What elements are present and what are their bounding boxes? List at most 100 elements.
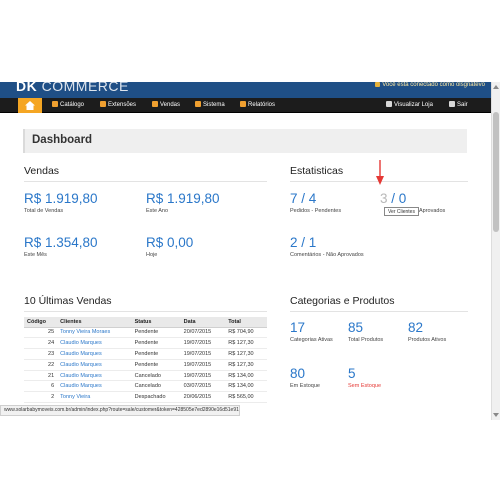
- column-header: Total: [225, 317, 267, 328]
- active-categories-label: Categorias Ativas: [290, 337, 333, 343]
- menu-item-extensoes[interactable]: Extensões: [100, 98, 136, 113]
- column-header: Status: [131, 317, 181, 328]
- active-products-label: Produtos Ativos: [408, 337, 447, 343]
- cell-date: 03/07/2015: [180, 380, 226, 393]
- cell-date: 20/07/2015: [180, 327, 226, 339]
- cell-total: R$ 127,30: [225, 348, 267, 360]
- lock-icon: [375, 82, 381, 87]
- categories-divider: [290, 311, 468, 312]
- today-sales-value[interactable]: R$ 0,00: [146, 235, 193, 250]
- cell-total: R$ 134,00: [225, 380, 267, 393]
- cell-date: 19/07/2015: [180, 359, 226, 371]
- browser-viewport: DK COMMERCE Você está conectado como ols…: [0, 0, 500, 500]
- vendas-divider: [24, 181, 267, 182]
- cell-status: Cancelado: [131, 380, 181, 393]
- table-row: 23 Claudio Marques Pendente 19/07/2015 R…: [24, 348, 267, 360]
- home-button[interactable]: [18, 98, 42, 113]
- cell-customer-link[interactable]: Claudio Marques: [57, 380, 132, 393]
- comments-value[interactable]: 2 / 1: [290, 235, 316, 250]
- logout-icon: [449, 101, 455, 107]
- external-link-icon: [386, 101, 392, 107]
- cell-total: R$ 127,30: [225, 337, 267, 350]
- chart-icon: [240, 101, 246, 107]
- total-sales-value[interactable]: R$ 1.919,80: [24, 191, 98, 206]
- customers-approved-value[interactable]: 3 / 0: [380, 191, 406, 206]
- gears-icon: [195, 101, 201, 107]
- vendas-title: Vendas: [24, 165, 60, 177]
- cell-total: R$ 704,90: [225, 327, 267, 339]
- menu-item-label: Relatórios: [248, 102, 276, 108]
- cell-total: R$ 565,00: [225, 391, 267, 404]
- cell-date: 19/07/2015: [180, 348, 226, 360]
- red-arrow-icon: [376, 160, 384, 185]
- menu-item-label: Vendas: [160, 102, 181, 108]
- comments-label: Comentários - Não Aprovados: [290, 252, 364, 258]
- scroll-down-icon[interactable]: [493, 413, 499, 417]
- logged-in-notice: Você está conectado como olsgnatevo: [375, 82, 485, 88]
- cell-date: 19/07/2015: [180, 370, 226, 382]
- table-header-row: Código Clientes Status Data Total: [24, 317, 267, 328]
- last-sales-table: Código Clientes Status Data Total 25 Ton…: [24, 317, 267, 404]
- total-products-value[interactable]: 85: [348, 320, 363, 335]
- cell-customer-link[interactable]: Claudio Marques: [57, 337, 132, 350]
- cell-total: R$ 134,00: [225, 370, 267, 382]
- active-categories-value[interactable]: 17: [290, 320, 305, 335]
- menu-item-label: Catálogo: [60, 102, 85, 108]
- cell-code: 24: [24, 337, 58, 350]
- last-sales-divider: [24, 311, 267, 312]
- cell-status: Cancelado: [131, 370, 181, 382]
- tag-icon: [52, 101, 58, 107]
- column-header: Código: [24, 317, 58, 328]
- menu-item-label: Sistema: [203, 102, 225, 108]
- cell-customer-link[interactable]: Claudio Marques: [57, 370, 132, 382]
- scroll-thumb[interactable]: [493, 112, 499, 232]
- brand-logo[interactable]: DK COMMERCE: [16, 82, 129, 94]
- out-of-stock-value[interactable]: 5: [348, 366, 356, 381]
- year-sales-value[interactable]: R$ 1.919,80: [146, 191, 220, 206]
- out-of-stock-label: Sem Estoque: [348, 383, 382, 389]
- cell-status: Pendente: [131, 327, 181, 339]
- cell-status: Despachado: [131, 391, 181, 404]
- customers-approved-label: Aprovados: [419, 208, 446, 214]
- cell-code: 21: [24, 370, 58, 382]
- tooltip: Ver Clientes: [384, 207, 419, 216]
- cell-status: Pendente: [131, 359, 181, 371]
- active-products-value[interactable]: 82: [408, 320, 423, 335]
- total-products-label: Total Produtos: [348, 337, 384, 343]
- table-row: 6 Claudio Marques Cancelado 03/07/2015 R…: [24, 380, 267, 393]
- page-scrollbar[interactable]: [491, 82, 500, 420]
- home-icon: [25, 101, 35, 110]
- in-stock-value[interactable]: 80: [290, 366, 305, 381]
- menu-item-sistema[interactable]: Sistema: [195, 98, 225, 113]
- cell-date: 19/07/2015: [180, 337, 226, 350]
- orders-pending-label: Pedidos - Pendentes: [290, 208, 342, 214]
- table-row: 25 Tonny Vieira Moraes Pendente 20/07/20…: [24, 327, 267, 339]
- cell-customer-link[interactable]: Tonny Vieira: [57, 391, 132, 404]
- menu-item-relatorios[interactable]: Relatórios: [240, 98, 275, 113]
- dashboard-header: Dashboard: [23, 129, 467, 153]
- scroll-up-icon[interactable]: [493, 85, 499, 89]
- brand-suffix: COMMERCE: [41, 82, 129, 94]
- cell-code: 2: [24, 391, 58, 404]
- cell-date: 20/06/2015: [180, 391, 226, 404]
- month-sales-value[interactable]: R$ 1.354,80: [24, 235, 98, 250]
- cell-customer-link[interactable]: Tonny Vieira Moraes: [57, 327, 132, 339]
- cell-code: 22: [24, 359, 58, 371]
- cell-customer-link[interactable]: Claudio Marques: [57, 348, 132, 360]
- cell-status: Pendente: [131, 337, 181, 350]
- cell-status: Pendente: [131, 348, 181, 360]
- cell-customer-link[interactable]: Claudio Marques: [57, 359, 132, 371]
- logout-link[interactable]: Sair: [449, 98, 468, 113]
- customers-approved-rest: / 0: [387, 191, 407, 206]
- table-row: 22 Claudio Marques Pendente 19/07/2015 R…: [24, 359, 267, 371]
- menu-item-catalogo[interactable]: Catálogo: [52, 98, 84, 113]
- menu-item-vendas[interactable]: Vendas: [152, 98, 180, 113]
- main-menu: Catálogo Extensões Vendas Sistema Relató…: [0, 98, 491, 113]
- view-store-link[interactable]: Visualizar Loja: [386, 98, 433, 113]
- in-stock-label: Em Estoque: [290, 383, 320, 389]
- cell-code: 6: [24, 380, 58, 393]
- column-header: Data: [180, 317, 226, 328]
- month-sales-label: Este Mês: [24, 252, 47, 258]
- menu-item-label: Extensões: [108, 102, 137, 108]
- orders-pending-value[interactable]: 7 / 4: [290, 191, 316, 206]
